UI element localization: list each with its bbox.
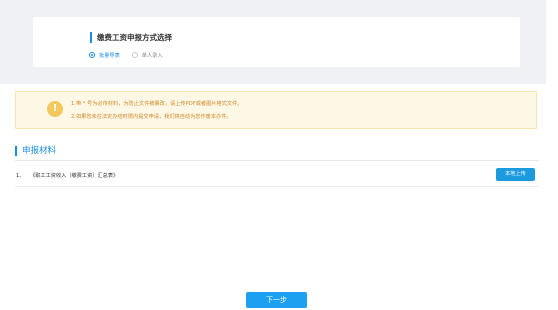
local-upload-button[interactable]: 本地上传 — [496, 168, 535, 181]
divider — [15, 160, 539, 161]
materials-section-title: 申报材料 — [15, 146, 56, 156]
scrollbar-track[interactable] — [546, 0, 558, 310]
radio-batch-import[interactable]: 批量导表 — [89, 52, 120, 59]
material-row: 1、 《职工工资收入（缴费工资）汇总表》 本地上传 — [15, 168, 539, 184]
radio-label: 批量导表 — [99, 52, 120, 59]
radio-single-entry[interactable]: 单人录入 — [131, 52, 163, 59]
exclamation-icon: ! — [47, 101, 63, 117]
notice-box: ! 1.带 * 号为必传材料，为防止文件被篡改，请上传PDF或者图片格式文件。 … — [15, 91, 537, 129]
radio-checked-icon — [89, 52, 95, 58]
next-step-button[interactable]: 下一步 — [246, 292, 307, 308]
method-selection-card: 缴费工资申报方式选择 批量导表 单人录入 — [33, 17, 520, 67]
notice-line: 2.如果您未在法定办结时限内提交申请，我们将自动为您作废本办件。 — [71, 114, 232, 120]
notice-line: 1.带 * 号为必传材料，为防止文件被篡改，请上传PDF或者图片格式文件。 — [71, 101, 243, 107]
material-name: 《职工工资收入（缴费工资）汇总表》 — [30, 173, 119, 179]
material-number: 1、 — [16, 173, 25, 179]
divider — [15, 186, 539, 187]
radio-label: 单人录入 — [141, 52, 163, 59]
radio-unchecked-icon — [131, 52, 138, 58]
card-title: 缴费工资申报方式选择 — [90, 32, 172, 43]
method-radio-group: 批量导表 单人录入 — [89, 50, 175, 60]
